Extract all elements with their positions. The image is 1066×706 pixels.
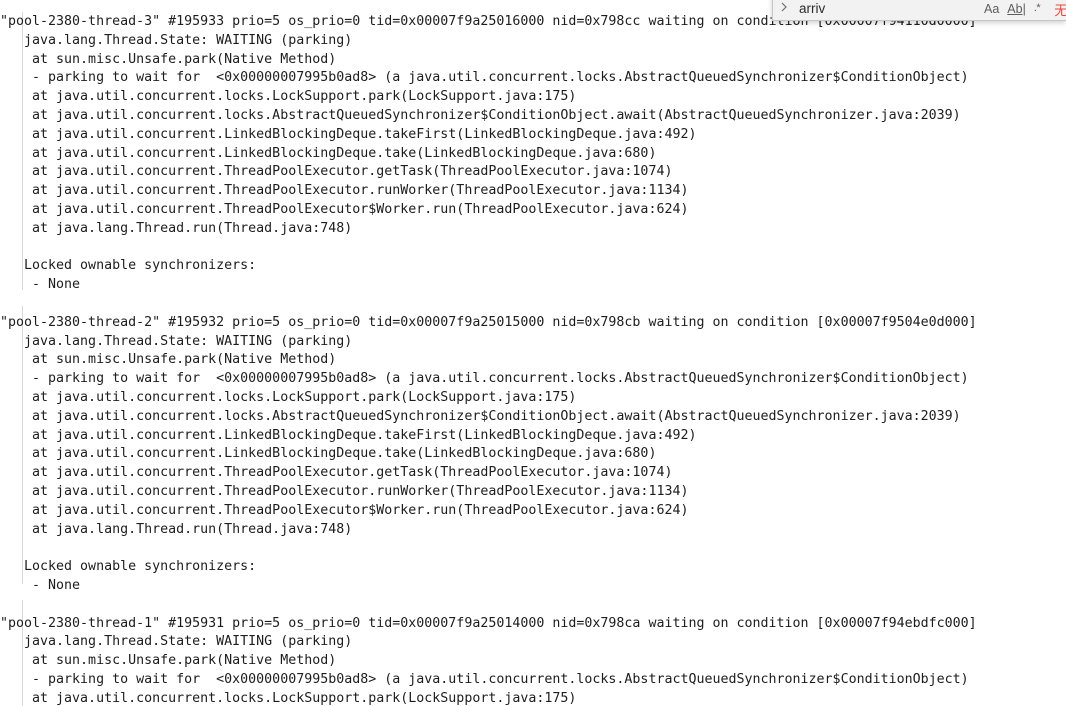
words-icon[interactable]: Ab| [1003, 1, 1030, 17]
code-line: "pool-2380-thread-1" #195931 prio=5 os_p… [0, 615, 977, 631]
code-line: at java.util.concurrent.locks.LockSuppor… [0, 690, 577, 706]
code-line: at sun.misc.Unsafe.park(Native Method) [0, 352, 337, 368]
code-line: - None [0, 577, 81, 593]
code-line: at sun.misc.Unsafe.park(Native Method) [0, 653, 337, 669]
code-line: at java.util.concurrent.ThreadPoolExecut… [0, 201, 689, 217]
code-line: at java.lang.Thread.run(Thread.java:748) [0, 220, 353, 236]
code-line: at java.util.concurrent.LinkedBlockingDe… [0, 446, 657, 462]
code-line: at java.util.concurrent.LinkedBlockingDe… [0, 145, 657, 161]
code-line: at java.util.concurrent.LinkedBlockingDe… [0, 427, 697, 443]
code-lines: "pool-2380-thread-3" #195933 prio=5 os_p… [0, 13, 977, 706]
code-line: "pool-2380-thread-2" #195932 prio=5 os_p… [0, 314, 977, 330]
code-line: at java.util.concurrent.locks.AbstractQu… [0, 107, 961, 123]
chevron-right-icon[interactable] [777, 0, 791, 20]
code-line: java.lang.Thread.State: WAITING (parking… [0, 333, 353, 349]
editor-window: "pool-2380-thread-3" #195933 prio=5 os_p… [0, 0, 1066, 706]
match-case-icon[interactable]: Aa [980, 1, 1003, 17]
code-line: Locked ownable synchronizers: [0, 559, 257, 575]
code-line: Locked ownable synchronizers: [0, 258, 257, 274]
code-line: - parking to wait for <0x00000007995b0ad… [0, 371, 969, 387]
code-line: at java.util.concurrent.LinkedBlockingDe… [0, 126, 697, 142]
code-line: - parking to wait for <0x00000007995b0ad… [0, 70, 969, 86]
code-line: at java.lang.Thread.run(Thread.java:748) [0, 521, 353, 537]
code-line: at java.util.concurrent.locks.LockSuppor… [0, 389, 577, 405]
code-line: at java.util.concurrent.ThreadPoolExecut… [0, 183, 689, 199]
code-line: at java.util.concurrent.ThreadPoolExecut… [0, 483, 689, 499]
code-line: at java.util.concurrent.ThreadPoolExecut… [0, 502, 689, 518]
regex-icon[interactable]: .* [1030, 0, 1044, 16]
search-status-label: 无结果 [1054, 2, 1066, 18]
search-input[interactable] [791, 0, 980, 19]
code-line: at java.util.concurrent.ThreadPoolExecut… [0, 164, 673, 180]
code-line: at java.util.concurrent.locks.AbstractQu… [0, 408, 961, 424]
code-line: at java.util.concurrent.ThreadPoolExecut… [0, 465, 673, 481]
code-line: - None [0, 277, 81, 293]
code-line: java.lang.Thread.State: WAITING (parking… [0, 634, 353, 650]
code-line: at sun.misc.Unsafe.park(Native Method) [0, 51, 337, 67]
code-line: - parking to wait for <0x00000007995b0ad… [0, 671, 969, 687]
code-line: java.lang.Thread.State: WAITING (parking… [0, 32, 353, 48]
thread-dump-text-area[interactable]: "pool-2380-thread-3" #195933 prio=5 os_p… [0, 0, 1066, 706]
find-popup[interactable]: Aa Ab| .* 无结果 [772, 0, 1066, 21]
code-line: at java.util.concurrent.locks.LockSuppor… [0, 89, 577, 105]
